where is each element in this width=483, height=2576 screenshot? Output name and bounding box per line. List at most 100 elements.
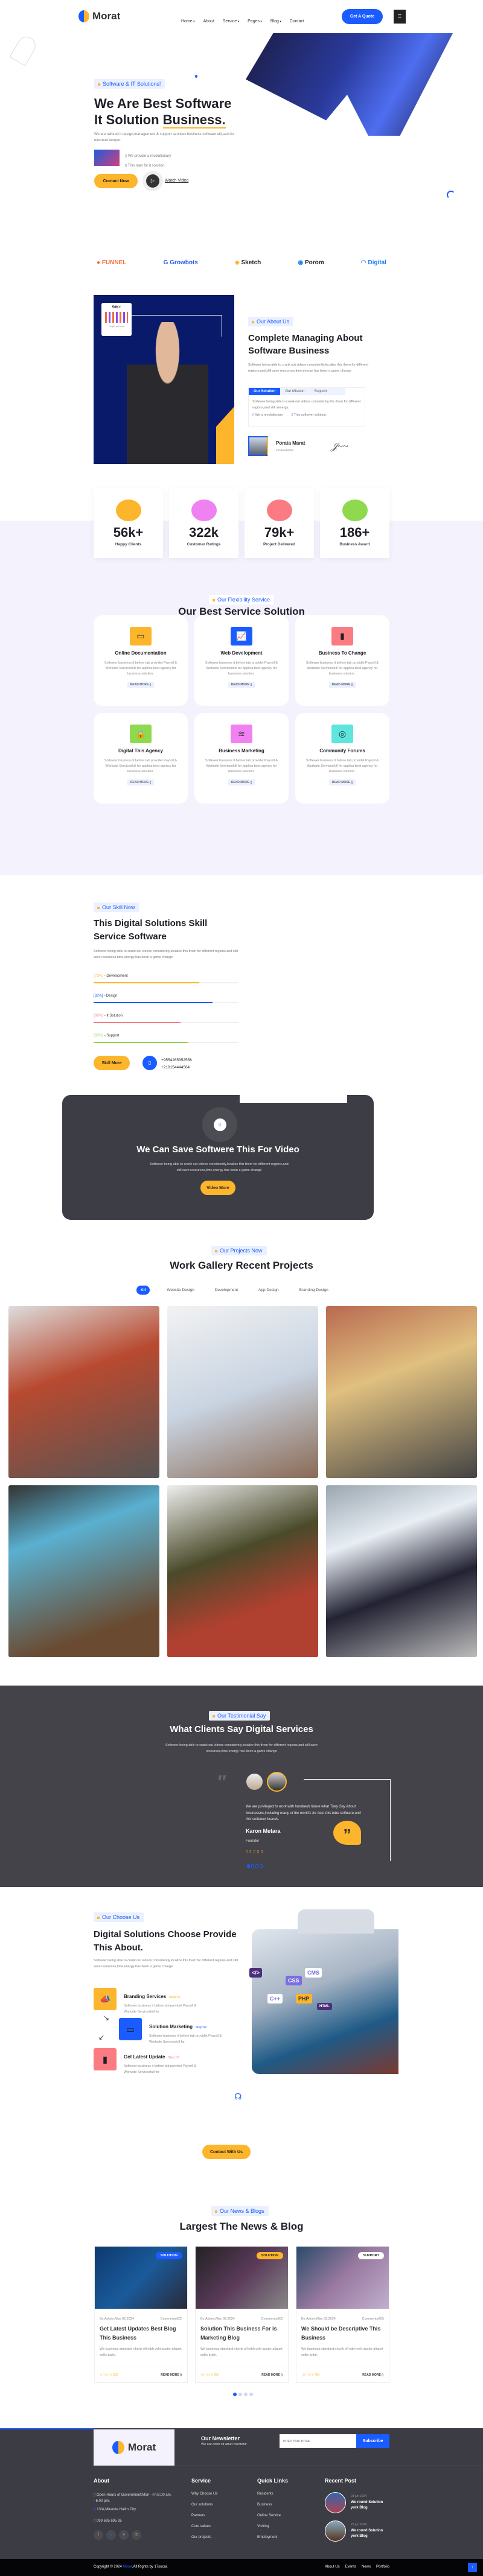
footer-link[interactable]: Why Choose Us	[191, 2492, 217, 2496]
subscribe-button[interactable]: Subscribe	[356, 2434, 389, 2448]
play-video-button[interactable]: ▯	[202, 1107, 237, 1142]
project-image[interactable]	[8, 1306, 159, 1478]
read-more-button[interactable]: READ MORE ▯	[362, 2373, 383, 2377]
footer-link[interactable]: Partners	[191, 2514, 217, 2517]
blog-image[interactable]: SOLUTION	[196, 2247, 288, 2309]
blog-category-badge[interactable]: SOLUTION	[256, 2252, 283, 2259]
about-description: Softewer being able to crank out videos …	[248, 363, 369, 373]
footer-link[interactable]: Our projects	[191, 2536, 217, 2539]
project-image[interactable]	[326, 1306, 477, 1478]
slider-dot[interactable]	[251, 1864, 254, 1868]
bottom-link[interactable]: Events	[345, 2565, 356, 2569]
newsletter-title: Our Newsletter	[201, 2435, 240, 2441]
footer-link[interactable]: Core values	[191, 2525, 217, 2528]
play-video-button[interactable]: ▷	[142, 171, 163, 191]
read-more-button[interactable]: READ MORE ▯	[328, 682, 356, 688]
slider-dot[interactable]	[244, 2393, 248, 2396]
recent-post[interactable]: 23 jun 2024 We round Solution york Blog	[325, 2520, 391, 2542]
logo[interactable]: Morat	[78, 10, 120, 22]
skill-more-button[interactable]: Skill More	[94, 1056, 130, 1070]
hamburger-icon[interactable]: ≡	[394, 10, 406, 24]
phone-2[interactable]: +210154444564	[161, 1064, 192, 1071]
logo-icon	[112, 2441, 124, 2454]
watch-video-link[interactable]: Watch Video	[165, 179, 188, 183]
nav-home[interactable]: Home ▾	[181, 19, 195, 24]
twitter-icon[interactable]: ♥	[119, 2530, 129, 2540]
slider-dots	[247, 1864, 263, 1868]
project-image[interactable]	[167, 1485, 318, 1657]
slider-dot[interactable]	[255, 1864, 258, 1868]
nav-service[interactable]: Service ▾	[223, 19, 239, 24]
slider-dot[interactable]	[249, 2393, 253, 2396]
step-number: Step:01	[168, 1996, 181, 1999]
read-more-button[interactable]: READ MORE ▯	[161, 2373, 182, 2377]
facebook-icon[interactable]: f	[94, 2530, 103, 2540]
slider-dot[interactable]	[260, 1864, 263, 1868]
scroll-top-button[interactable]: ↑	[468, 2563, 477, 2572]
footer-bottom-bar: Copyright © 2024 Morat,All Rights by 17s…	[0, 2559, 483, 2576]
project-image[interactable]	[8, 1485, 159, 1657]
video-more-button[interactable]: Video More	[200, 1181, 235, 1195]
read-more-button[interactable]: READ MORE ▯	[228, 682, 255, 688]
project-image[interactable]	[167, 1306, 318, 1478]
read-more-button[interactable]: READ MORE ▯	[127, 682, 155, 688]
nav-blog[interactable]: Blog ▾	[270, 19, 281, 24]
client-avatar-1[interactable]	[246, 1774, 263, 1790]
compass-icon: ◎	[331, 725, 353, 743]
presentation-icon: ▭	[130, 627, 152, 646]
footer-logo[interactable]: Morat	[94, 2429, 174, 2466]
footer-link[interactable]: Our solutions	[191, 2503, 217, 2507]
contact-with-us-button[interactable]: Contact With Us	[202, 2145, 251, 2159]
get-quote-button[interactable]: Get A Quote	[342, 9, 383, 24]
read-more-button[interactable]: READ MORE ▯	[328, 779, 356, 785]
project-image[interactable]	[326, 1485, 477, 1657]
tab-our-solution[interactable]: Our Solution	[249, 388, 281, 395]
hero-check-1: ▯ We provide a revolutionary	[125, 154, 171, 158]
bottom-link[interactable]: Portfolio	[376, 2565, 389, 2569]
blog-title[interactable]: We Should be Descriptive This Business	[296, 2321, 389, 2343]
read-more-button[interactable]: READ MORE ▯	[127, 779, 155, 785]
nav-about[interactable]: About	[203, 19, 214, 24]
bottom-link[interactable]: About Us	[325, 2565, 340, 2569]
blog-image[interactable]: SUPPORT	[296, 2247, 389, 2309]
copyright-brand-link[interactable]: Morat	[123, 2565, 132, 2569]
slider-dot[interactable]	[247, 1864, 250, 1868]
phone-1[interactable]: +9554265352556	[161, 1057, 192, 1064]
recent-post[interactable]: 23 jun 2024 We round Solution york Blog	[325, 2492, 391, 2513]
video-banner: ▯ We Can Save Softwere This For Video So…	[62, 1095, 374, 1220]
read-more-button[interactable]: READ MORE ▯	[261, 2373, 283, 2377]
blog-title: Largest The News & Blog	[179, 2221, 304, 2232]
footer-link[interactable]: Visiting	[257, 2525, 288, 2528]
footer-link[interactable]: Online Service	[257, 2514, 288, 2517]
client-avatar-2[interactable]	[267, 1772, 287, 1792]
blog-image[interactable]: SOLUTION	[95, 2247, 187, 2309]
choose-title: Digital Solutions Choose Provide This Ab…	[94, 1929, 237, 1953]
nav-pages[interactable]: Pages ▾	[248, 19, 262, 24]
footer-link[interactable]: Business	[257, 2503, 288, 2507]
stat-label: Customer Ratings	[187, 542, 221, 547]
instagram-icon[interactable]: ◫	[132, 2530, 141, 2540]
email-input[interactable]	[280, 2434, 356, 2448]
filter-website-design[interactable]: Website Design	[167, 1288, 194, 1292]
blog-category-badge[interactable]: SOLUTION	[155, 2252, 182, 2259]
read-more-button[interactable]: READ MORE ▯	[228, 779, 255, 785]
filter-all[interactable]: All	[136, 1286, 150, 1295]
projects-tag: Our Projects Now	[211, 1246, 267, 1255]
filter-development[interactable]: Development	[215, 1288, 238, 1292]
footer-link[interactable]: Residents	[257, 2492, 288, 2496]
blog-title[interactable]: Solution This Business For is Marketing …	[196, 2321, 288, 2343]
bottom-link[interactable]: News	[362, 2565, 371, 2569]
globe-icon[interactable]: ●	[106, 2530, 116, 2540]
filter-app-design[interactable]: App Design	[258, 1288, 279, 1292]
slider-dot[interactable]	[238, 2393, 242, 2396]
blog-title[interactable]: Get Latest Updates Best Blog This Busine…	[95, 2321, 187, 2343]
blog-category-badge[interactable]: SUPPORT	[358, 2252, 384, 2259]
tab-our-mission[interactable]: Our Mission	[280, 388, 309, 395]
blog-slider-dots	[233, 2393, 253, 2396]
nav-contact[interactable]: Contact	[290, 19, 304, 24]
tab-support[interactable]: Support	[309, 388, 331, 395]
contact-now-button[interactable]: Contact Now	[94, 174, 138, 188]
slider-dot[interactable]	[233, 2393, 237, 2396]
filter-branding-design[interactable]: Branding Design	[299, 1288, 328, 1292]
footer-link[interactable]: Employment	[257, 2536, 288, 2539]
